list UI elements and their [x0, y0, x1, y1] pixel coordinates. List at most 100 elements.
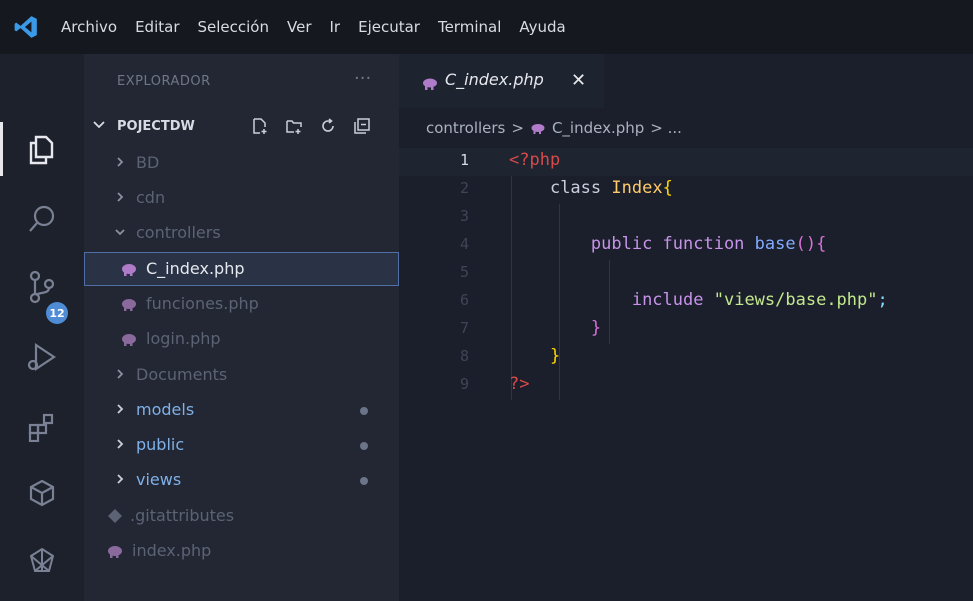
more-actions-button[interactable]: ··· [354, 68, 371, 89]
menu-bar: Archivo Editar Selección Ver Ir Ejecutar… [52, 0, 575, 54]
code-line-8: 8 } [399, 344, 973, 372]
line-number: 3 [459, 207, 469, 225]
php-elephant-icon [108, 546, 122, 558]
activity-bar: 12 [0, 54, 84, 601]
close-icon[interactable]: ✕ [571, 70, 586, 91]
docker-icon[interactable] [21, 540, 63, 582]
explorer-title: EXPLORADOR [117, 74, 211, 89]
tree-item-c-index-php[interactable]: C_index.php [84, 252, 399, 286]
breadcrumb-file[interactable]: C_index.php [552, 119, 644, 137]
line-number: 8 [459, 347, 469, 365]
tree-item-cdn[interactable]: cdn [84, 181, 399, 215]
tree-item-label: login.php [146, 329, 221, 348]
line-number: 5 [459, 263, 469, 281]
modified-dot [360, 477, 368, 485]
tree-item-label: controllers [136, 223, 221, 242]
code-line-4: 4 public function base(){ [399, 232, 973, 260]
tree-item-label: Documents [136, 365, 228, 384]
tree-item-label: views [136, 470, 182, 489]
code-text: <?php [509, 150, 561, 170]
search-icon[interactable] [21, 198, 63, 240]
menu-ir[interactable]: Ir [321, 18, 350, 36]
menu-ver[interactable]: Ver [278, 18, 321, 36]
tree-item-label: C_index.php [146, 259, 245, 278]
chevron-right-icon [117, 404, 124, 414]
code-line-7: 7 } [399, 316, 973, 344]
menu-editar[interactable]: Editar [126, 18, 188, 36]
code-text: ?> [509, 374, 530, 394]
php-elephant-icon [423, 78, 437, 90]
tree-item-label: funciones.php [146, 294, 259, 313]
refresh-icon[interactable] [318, 116, 338, 136]
modified-dot [360, 407, 368, 415]
code-line-5: 5 [399, 260, 973, 288]
line-number: 4 [459, 235, 469, 253]
code-text: } [549, 346, 561, 366]
breadcrumb-separator: > [511, 119, 524, 137]
tree-item-controllers[interactable]: controllers [84, 216, 399, 250]
tree-item-models[interactable]: models [84, 393, 399, 427]
code-line-2: 2 class Index{ [399, 176, 973, 204]
tree-item-funciones-php[interactable]: funciones.php [84, 287, 399, 321]
chevron-right-icon [117, 369, 124, 379]
tree-item-gitattributes[interactable]: .gitattributes [84, 499, 399, 533]
chevron-down-icon [115, 229, 125, 236]
code-line-1: 1 <?php [399, 148, 973, 176]
breadcrumb-symbol[interactable]: > ... [650, 119, 682, 137]
tree-item-label: models [136, 400, 195, 419]
breadcrumb: controllers > C_index.php > ... [399, 108, 973, 148]
line-number: 6 [459, 291, 469, 309]
line-number: 1 [459, 151, 469, 169]
new-file-icon[interactable] [250, 116, 270, 136]
breadcrumb-controllers[interactable]: controllers [426, 119, 505, 137]
menu-ayuda[interactable]: Ayuda [510, 18, 574, 36]
tree-item-label: cdn [136, 188, 166, 207]
new-folder-icon[interactable] [284, 116, 304, 136]
php-elephant-icon [122, 264, 136, 276]
chevron-down-icon [93, 121, 105, 129]
tree-item-index-php[interactable]: index.php [84, 534, 399, 568]
git-icon [108, 509, 122, 523]
line-number: 2 [459, 179, 469, 197]
collapse-all-icon[interactable] [352, 116, 372, 136]
menu-ejecutar[interactable]: Ejecutar [349, 18, 429, 36]
editor-tab-bar: C_index.php ✕ [399, 54, 973, 108]
tree-item-views[interactable]: views [84, 463, 399, 497]
source-control-badge: 12 [46, 302, 68, 324]
chevron-right-icon [117, 474, 124, 484]
line-number: 9 [459, 375, 469, 393]
code-text: } [590, 318, 602, 338]
extensions-icon[interactable] [21, 406, 63, 448]
tree-item-bd[interactable]: BD [84, 146, 399, 180]
code-editor[interactable]: 1 <?php 2 class Index{ 3 4 public functi… [399, 148, 973, 601]
code-line-9: 9 ?> [399, 372, 973, 400]
run-debug-icon[interactable] [21, 336, 63, 378]
remote-icon[interactable] [21, 472, 63, 514]
chevron-right-icon [117, 192, 124, 202]
code-text: public function base(){ [590, 234, 827, 254]
tree-item-label: index.php [132, 541, 212, 560]
menu-terminal[interactable]: Terminal [429, 18, 510, 36]
code-text: class Index{ [549, 178, 673, 198]
tree-item-login-php[interactable]: login.php [84, 322, 399, 356]
modified-dot [360, 442, 368, 450]
active-indicator [0, 122, 3, 176]
menu-seleccion[interactable]: Selección [189, 18, 279, 36]
php-elephant-icon [531, 124, 545, 134]
explorer-icon[interactable] [21, 128, 63, 170]
explorer-sidebar: EXPLORADOR ··· POJECTDW BD cdn controlle… [84, 54, 399, 601]
tab-label: C_index.php [445, 70, 544, 89]
code-line-6: 6 include "views/base.php"; [399, 288, 973, 316]
tree-item-label: BD [136, 153, 160, 172]
workspace-folder-header[interactable]: POJECTDW [84, 112, 399, 142]
folder-actions [250, 116, 372, 136]
php-elephant-icon [122, 334, 136, 346]
tree-item-documents[interactable]: Documents [84, 358, 399, 392]
tab-c-index-php[interactable]: C_index.php ✕ [399, 54, 604, 108]
menu-archivo[interactable]: Archivo [52, 18, 126, 36]
vscode-logo-icon [0, 0, 52, 54]
code-text: include "views/base.php"; [631, 290, 888, 310]
php-elephant-icon [122, 299, 136, 311]
title-bar: Archivo Editar Selección Ver Ir Ejecutar… [0, 0, 973, 54]
tree-item-public[interactable]: public [84, 428, 399, 462]
